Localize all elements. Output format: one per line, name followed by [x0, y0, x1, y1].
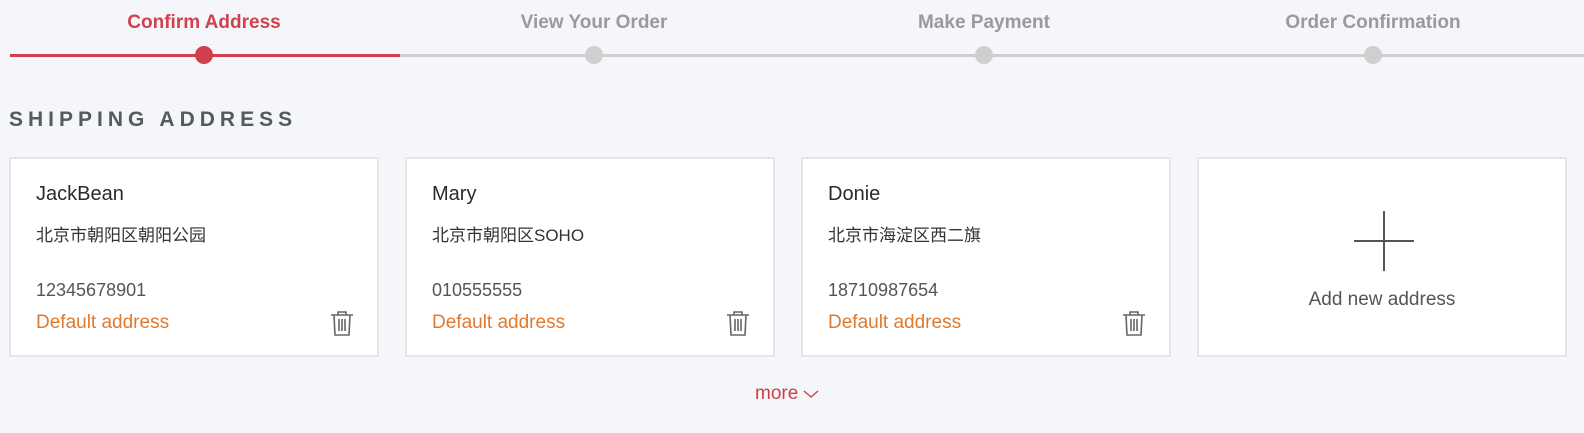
- more-label: more: [755, 383, 799, 404]
- address-phone: 12345678901: [36, 280, 147, 300]
- step-confirm-address[interactable]: Confirm Address: [54, 0, 354, 64]
- address-name: JackBean: [36, 183, 124, 205]
- address-card-list: JackBean 北京市朝阳区朝阳公园 12345678901 Default …: [9, 157, 1584, 357]
- step-label: View Your Order: [520, 12, 668, 33]
- address-text: 北京市朝阳区SOHO: [432, 226, 585, 245]
- address-text: 北京市海淀区西二旗: [828, 226, 981, 245]
- trash-icon[interactable]: [1121, 309, 1147, 337]
- step-label: Confirm Address: [127, 12, 281, 33]
- address-card[interactable]: Donie 北京市海淀区西二旗 18710987654 Default addr…: [801, 157, 1171, 357]
- step-dot: [195, 46, 213, 64]
- chevron-down-icon: [803, 390, 819, 398]
- address-name: Mary: [432, 183, 477, 205]
- step-dot: [585, 46, 603, 64]
- trash-icon[interactable]: [725, 309, 751, 337]
- address-phone: 18710987654: [828, 280, 939, 300]
- default-address-link[interactable]: Default address: [36, 312, 169, 334]
- section-title: SHIPPING ADDRESS: [9, 108, 298, 131]
- address-card[interactable]: JackBean 北京市朝阳区朝阳公园 12345678901 Default …: [9, 157, 379, 357]
- address-name: Donie: [828, 183, 881, 205]
- step-make-payment[interactable]: Make Payment: [834, 0, 1134, 64]
- address-phone: 010555555: [432, 280, 523, 300]
- step-dot: [1364, 46, 1382, 64]
- address-text: 北京市朝阳区朝阳公园: [36, 226, 206, 245]
- step-label: Order Confirmation: [1285, 12, 1461, 33]
- add-address-card[interactable]: Add new address: [1197, 157, 1567, 357]
- step-dot: [975, 46, 993, 64]
- add-address-label: Add new address: [1308, 289, 1456, 310]
- checkout-stepper: Confirm Address View Your Order Make Pay…: [0, 0, 1584, 80]
- step-view-your-order[interactable]: View Your Order: [444, 0, 744, 64]
- default-address-link[interactable]: Default address: [432, 312, 565, 334]
- address-card[interactable]: Mary 北京市朝阳区SOHO 010555555 Default addres…: [405, 157, 775, 357]
- plus-icon: [1354, 211, 1414, 271]
- more-button[interactable]: more: [755, 383, 819, 405]
- step-label: Make Payment: [917, 12, 1050, 33]
- default-address-link[interactable]: Default address: [828, 312, 961, 334]
- trash-icon[interactable]: [329, 309, 355, 337]
- step-order-confirmation[interactable]: Order Confirmation: [1223, 0, 1523, 64]
